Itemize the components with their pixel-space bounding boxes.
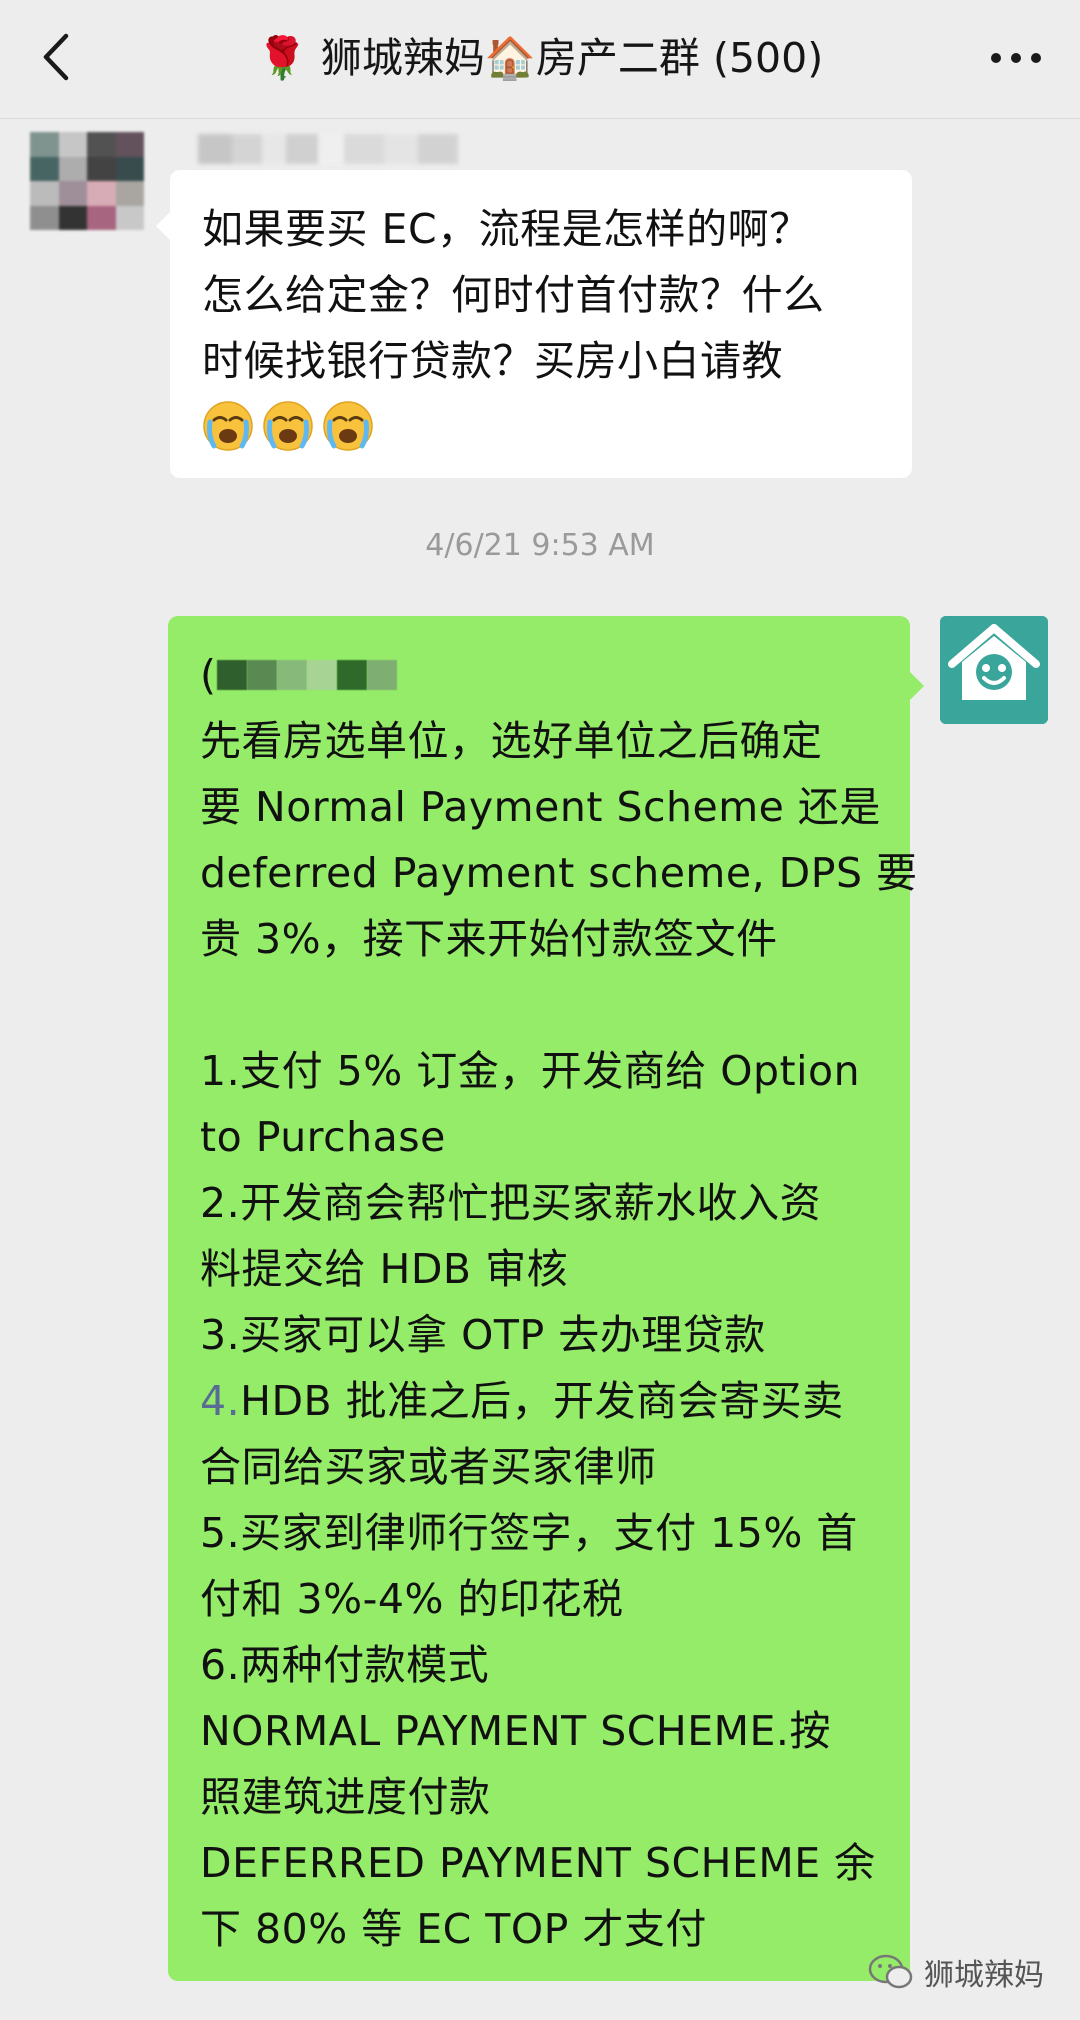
message-line: 如果要买 EC，流程是怎样的啊？ xyxy=(202,205,811,253)
message-line: 下 80% 等 EC TOP 才支付 xyxy=(200,1905,707,1953)
message-line: 要 Normal Payment Scheme 还是 xyxy=(200,783,881,831)
message-line: 时候找银行贷款？买房小白请教 xyxy=(202,337,783,385)
mention-redacted: ( xyxy=(200,642,890,708)
message-line: 6.两种付款模式 xyxy=(200,1641,490,1689)
incoming-message-bubble[interactable]: 如果要买 EC，流程是怎样的啊？ 怎么给定金？何时付首付款？什么 时候找银行贷款… xyxy=(156,170,912,478)
emoji-row xyxy=(202,400,882,452)
message-line: NORMAL PAYMENT SCHEME.按 xyxy=(200,1707,831,1755)
message-line: 2.开发商会帮忙把买家薪水收入资 xyxy=(200,1179,822,1227)
sender-avatar[interactable] xyxy=(30,132,144,230)
message-line: to Purchase xyxy=(200,1113,446,1161)
chat-title: 🌹 狮城辣妈🏠房产二群 (500) xyxy=(256,34,824,82)
house-logo-icon xyxy=(940,616,1048,724)
more-dots-icon[interactable] xyxy=(988,40,1044,76)
crying-face-icon xyxy=(203,401,253,451)
message-line: 1.支付 5% 订金，开发商给 Option xyxy=(200,1047,861,1095)
message-line-with-link: 4.HDB 批准之后，开发商会寄买卖 xyxy=(200,1377,844,1425)
wechat-icon xyxy=(868,1954,913,1989)
message-timestamp: 4/6/21 9:53 AM xyxy=(425,528,655,563)
hdb-link[interactable]: 4. xyxy=(200,1377,240,1425)
message-line: DEFERRED PAYMENT SCHEME 余 xyxy=(200,1839,876,1887)
crying-face-icon xyxy=(323,401,373,451)
message-line: 照建筑进度付款 xyxy=(200,1773,491,1821)
my-avatar[interactable] xyxy=(940,616,1048,724)
message-line: 怎么给定金？何时付首付款？什么 xyxy=(202,271,825,319)
message-line: 先看房选单位，选好单位之后确定 xyxy=(200,717,823,765)
crying-face-icon xyxy=(263,401,313,451)
message-line: 合同给买家或者买家律师 xyxy=(200,1443,657,1491)
account-watermark: 狮城辣妈 xyxy=(868,1950,1044,1994)
watermark-text: 狮城辣妈 xyxy=(924,1958,1044,1993)
sender-name-redacted xyxy=(198,134,478,164)
message-line: 5.买家到律师行签字，支付 15% 首 xyxy=(200,1509,858,1557)
outgoing-message-bubble[interactable]: ( 先看房选单位，选好单位之后确定 要 Normal Payment Schem… xyxy=(168,616,924,1981)
message-line: 付和 3%-4% 的印花税 xyxy=(200,1575,624,1623)
message-line: 料提交给 HDB 审核 xyxy=(200,1245,569,1293)
message-line: 贵 3%，接下来开始付款签文件 xyxy=(200,915,778,963)
message-line: deferred Payment scheme, DPS 要 xyxy=(200,849,918,897)
chat-header: 🌹 狮城辣妈🏠房产二群 (500) xyxy=(0,0,1080,119)
mention-prefix: ( xyxy=(200,651,217,699)
message-line: 3.买家可以拿 OTP 去办理贷款 xyxy=(200,1311,766,1359)
